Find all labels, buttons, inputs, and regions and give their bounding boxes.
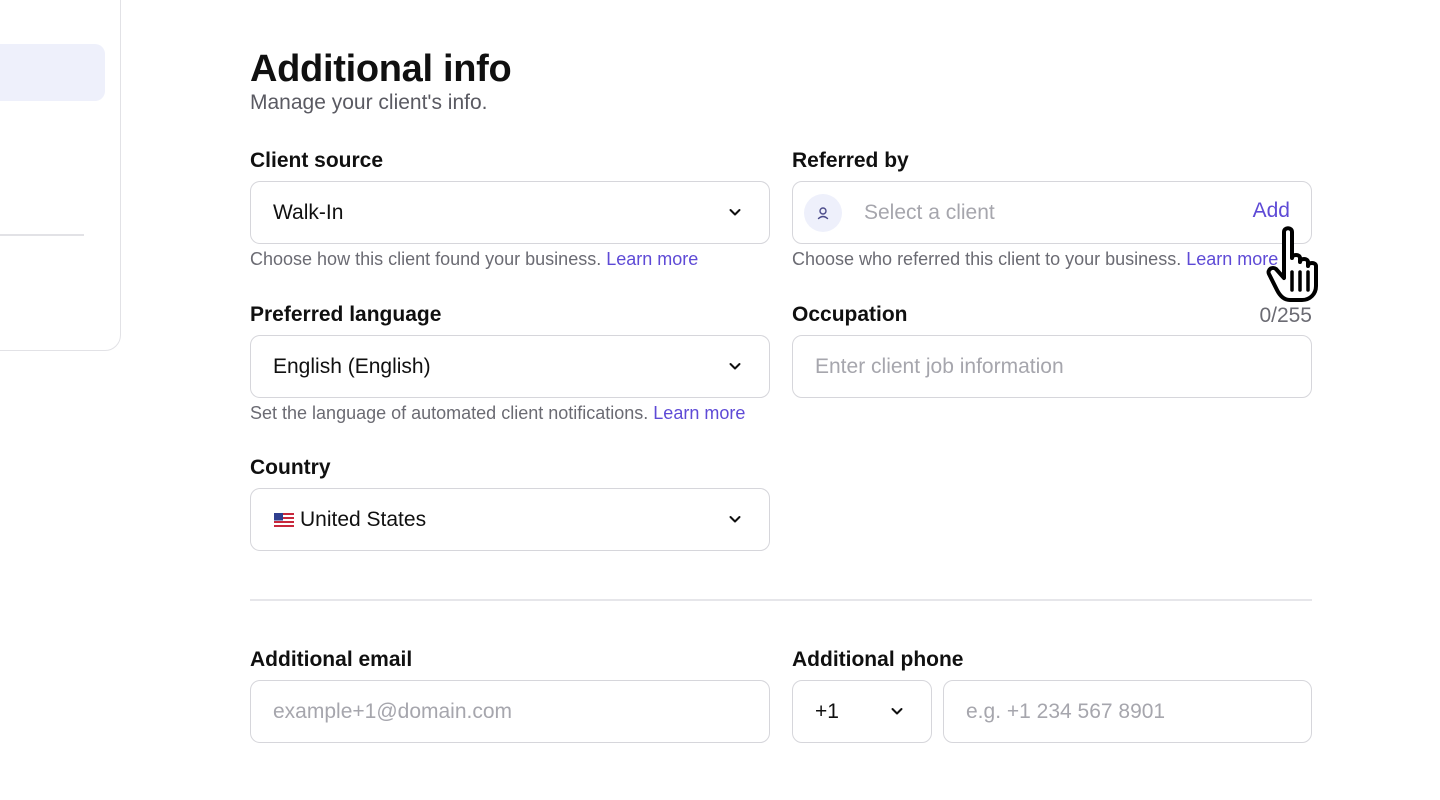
client-source-help-text: Choose how this client found your busine… xyxy=(250,249,602,269)
client-source-help: Choose how this client found your busine… xyxy=(250,249,698,270)
page-subtitle: Manage your client's info. xyxy=(250,91,488,114)
sidebar-active-item[interactable] xyxy=(0,44,105,101)
client-source-learn-more-link[interactable]: Learn more xyxy=(606,249,698,269)
additional-phone-placeholder: e.g. +1 234 567 8901 xyxy=(966,699,1166,723)
additional-phone-input[interactable]: e.g. +1 234 567 8901 xyxy=(943,680,1312,743)
referred-by-help: Choose who referred this client to your … xyxy=(792,249,1278,270)
referred-by-placeholder: Select a client xyxy=(864,200,995,224)
referred-by-field[interactable]: Select a client Add xyxy=(792,181,1312,244)
preferred-language-value: English (English) xyxy=(273,354,431,378)
client-source-value: Walk-In xyxy=(273,200,344,224)
country-label: Country xyxy=(250,456,331,479)
phone-country-code-select[interactable]: +1 xyxy=(792,680,932,743)
additional-email-input[interactable]: example+1@domain.com xyxy=(250,680,770,743)
client-avatar-icon xyxy=(804,193,842,232)
preferred-language-help: Set the language of automated client not… xyxy=(250,403,745,424)
phone-country-code-value: +1 xyxy=(815,699,839,723)
preferred-language-learn-more-link[interactable]: Learn more xyxy=(653,403,745,423)
additional-email-placeholder: example+1@domain.com xyxy=(273,699,513,723)
chevron-down-icon xyxy=(891,708,903,715)
us-flag-icon xyxy=(274,512,294,527)
add-referrer-button[interactable]: Add xyxy=(1253,199,1290,223)
chevron-down-icon xyxy=(729,516,741,523)
occupation-placeholder: Enter client job information xyxy=(815,354,1064,378)
preferred-language-select[interactable]: English (English) xyxy=(250,335,770,398)
chevron-down-icon xyxy=(729,209,741,216)
page-title: Additional info xyxy=(250,48,512,90)
preferred-language-help-text: Set the language of automated client not… xyxy=(250,403,649,423)
occupation-char-counter: 0/255 xyxy=(1259,304,1312,327)
referred-by-label: Referred by xyxy=(792,149,909,172)
referred-by-help-text: Choose who referred this client to your … xyxy=(792,249,1182,269)
preferred-language-label: Preferred language xyxy=(250,303,442,326)
country-select[interactable]: United States xyxy=(250,488,770,551)
hand-cursor-icon xyxy=(1266,226,1318,302)
occupation-label: Occupation xyxy=(792,303,908,326)
country-value: United States xyxy=(300,507,427,531)
client-source-select[interactable]: Walk-In xyxy=(250,181,770,244)
section-divider xyxy=(250,599,1312,601)
client-source-label: Client source xyxy=(250,149,384,172)
chevron-down-icon xyxy=(729,363,741,370)
sidebar-divider xyxy=(0,234,84,236)
additional-phone-label: Additional phone xyxy=(792,648,964,671)
additional-email-label: Additional email xyxy=(250,648,413,671)
occupation-input[interactable]: Enter client job information xyxy=(792,335,1312,398)
